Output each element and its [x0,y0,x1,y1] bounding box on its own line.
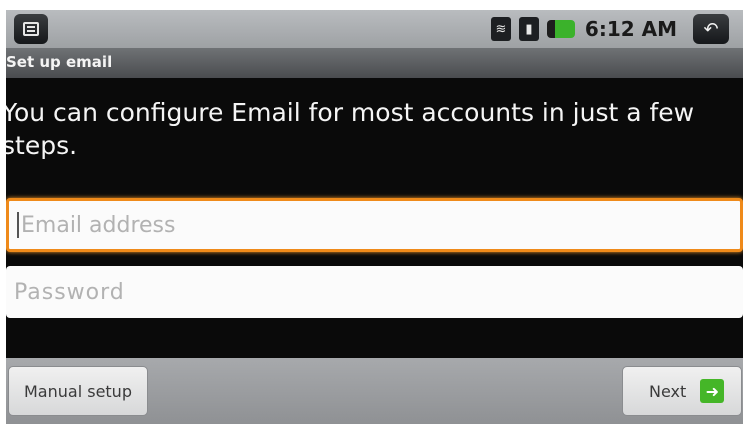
menu-icon[interactable] [14,14,48,44]
wifi-icon: ≋ [490,17,511,41]
email-placeholder: Email address [21,212,176,238]
status-icons: ≋ ▮ 6:12 AM ↶ [490,14,729,44]
title-bar: Set up email [6,48,743,78]
text-cursor [17,212,19,238]
password-field[interactable]: Password [6,266,743,318]
next-button[interactable]: Next ➜ [622,366,742,416]
manual-setup-label: Manual setup [24,381,132,401]
password-placeholder: Password [14,279,125,305]
page-title: Set up email [6,53,113,71]
next-label: Next [649,381,687,401]
back-icon[interactable]: ↶ [693,14,729,44]
status-time: 6:12 AM [584,17,677,41]
manual-setup-button[interactable]: Manual setup [8,366,148,416]
signal-icon: ▮ [518,17,539,41]
bottom-bar: Manual setup Next ➜ [6,358,743,424]
intro-text: You can configure Email for most account… [6,98,695,160]
battery-icon [546,20,575,38]
screen: ≋ ▮ 6:12 AM ↶ Set up email You can confi… [6,10,743,424]
email-field[interactable]: Email address [6,198,743,252]
arrow-right-icon: ➜ [700,379,725,403]
status-bar: ≋ ▮ 6:12 AM ↶ [6,10,743,48]
